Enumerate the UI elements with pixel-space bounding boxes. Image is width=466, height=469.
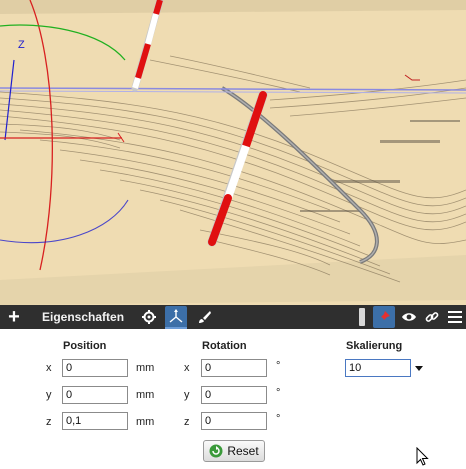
rotation-header: Rotation [202,340,247,352]
selection-line [0,87,466,91]
reset-label: Reset [227,444,259,458]
axis-z-line[interactable] [4,59,15,141]
measure-pole-1[interactable] [131,0,164,92]
position-x-label: x [46,362,52,374]
properties-toolbar: + Eigenschaften [0,305,466,329]
scale-dropdown-arrow[interactable] [415,366,423,371]
scale-field[interactable] [345,359,411,377]
hamburger-menu-icon [448,311,462,323]
rotation-x-label: x [184,362,190,374]
position-header: Position [63,340,107,352]
gear-icon [142,310,156,324]
scroll-grip[interactable] [358,305,366,329]
mouse-cursor [416,447,429,466]
rotation-z-unit: ° [276,413,281,425]
position-y-unit: mm [136,389,155,401]
scale-header: Skalierung [346,340,403,352]
plate-top-edge [0,0,466,14]
rotation-y-label: y [184,389,190,401]
rotation-z-label: z [184,416,190,428]
position-z-field[interactable] [62,412,128,430]
axes-icon [169,309,183,323]
3d-viewport[interactable]: Z [0,0,466,305]
measure-pole-2[interactable] [207,90,268,247]
rotation-y-field[interactable] [201,386,267,404]
reset-icon [209,444,223,458]
plate-bottom-edge [0,255,466,305]
pin-button[interactable] [373,306,395,328]
add-button[interactable]: + [4,305,24,329]
settings-tab-button[interactable] [138,306,160,328]
marker-top-right [404,74,420,81]
position-z-unit: mm [136,416,155,428]
pin-icon [378,311,390,323]
link-button[interactable] [421,306,443,328]
position-x-unit: mm [136,362,155,374]
transform-tab-button[interactable] [165,306,187,328]
rotation-x-field[interactable] [201,359,267,377]
visibility-button[interactable] [398,306,420,328]
rotation-z-field[interactable] [201,412,267,430]
position-y-label: y [46,389,52,401]
plus-icon: + [8,305,20,328]
axis-z-label: Z [18,39,25,51]
brush-icon [199,311,211,323]
track-detail [300,120,460,212]
position-y-field[interactable] [62,386,128,404]
reset-button[interactable]: Reset [203,440,265,462]
menu-button[interactable] [444,306,466,328]
link-icon [425,312,439,322]
panel-title: Eigenschaften [42,310,125,324]
rotate-gizmo-z-arc[interactable] [0,199,129,244]
position-x-field[interactable] [62,359,128,377]
rotation-x-unit: ° [276,360,281,372]
scene-canvas[interactable]: Z [0,0,466,305]
rotation-y-unit: ° [276,387,281,399]
paint-tab-button[interactable] [194,306,216,328]
position-z-label: z [46,416,52,428]
eye-icon [402,313,416,321]
